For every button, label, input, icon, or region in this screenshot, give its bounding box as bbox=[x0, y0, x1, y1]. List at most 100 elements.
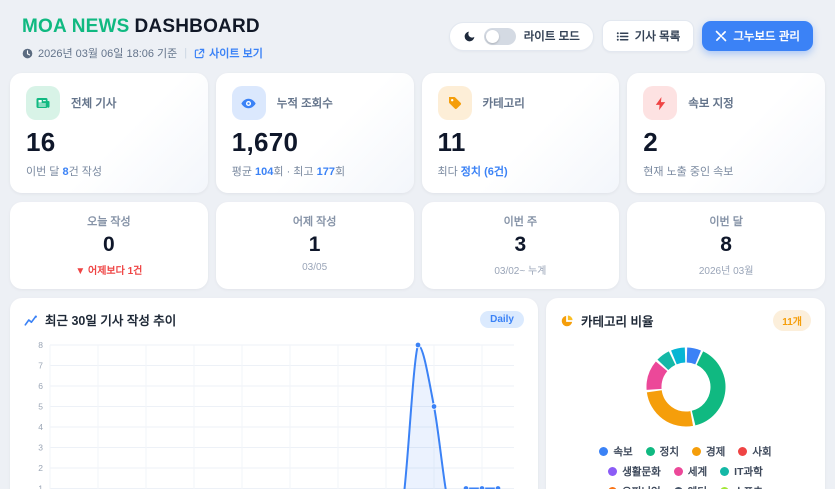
period-card-yesterday: 어제 작성 1 03/05 bbox=[216, 202, 414, 289]
legend-label: 사회 bbox=[752, 444, 771, 459]
legend-dot bbox=[720, 467, 729, 476]
moon-icon bbox=[463, 30, 476, 43]
stat-label: 카테고리 bbox=[483, 95, 525, 111]
pie-chart-icon bbox=[560, 314, 574, 328]
legend-row: 생활문화 세계 IT과학 bbox=[560, 464, 811, 479]
timestamp: 2026년 03월 06일 18:06 기준 bbox=[38, 45, 177, 61]
legend-label: 경제 bbox=[706, 444, 725, 459]
sub-text: 최다 bbox=[438, 166, 461, 178]
legend-row: 속보 정치 경제 사회 bbox=[560, 444, 811, 459]
legend-item: 세계 bbox=[674, 464, 707, 479]
stat-value: 2 bbox=[643, 129, 809, 155]
donut-chart-title-group: 카테고리 비율 bbox=[560, 311, 653, 330]
legend-item: 스포츠 bbox=[720, 484, 763, 489]
switch-knob bbox=[486, 30, 499, 43]
svg-text:2: 2 bbox=[38, 463, 43, 473]
period-sub-label: ▼ 어제보다 1건 bbox=[75, 266, 142, 277]
site-view-label: 사이트 보기 bbox=[209, 45, 263, 61]
legend-label: 오피니언 bbox=[622, 484, 661, 489]
svg-text:4: 4 bbox=[38, 422, 43, 432]
line-chart-title: 최근 30일 기사 작성 추이 bbox=[45, 310, 176, 329]
period-subtext: 03/02~ 누계 bbox=[430, 262, 612, 277]
svg-text:6: 6 bbox=[38, 381, 43, 391]
period-subtext: 2026년 03월 bbox=[635, 262, 817, 277]
line-chart-svg: 01234567802-0502-0802-1102-1402-1702-200… bbox=[24, 337, 522, 489]
stat-card-total-views: 누적 조회수 1,670 평균 104회 · 최고 177회 bbox=[216, 73, 414, 193]
period-label: 이번 주 bbox=[430, 213, 612, 229]
line-chart-header: 최근 30일 기사 작성 추이 Daily bbox=[24, 310, 524, 329]
line-chart-title-group: 최근 30일 기사 작성 추이 bbox=[24, 310, 176, 329]
sub-text: 이번 달 bbox=[26, 166, 62, 178]
external-link-icon bbox=[194, 48, 205, 59]
stat-card-breaking-news: 속보 지정 2 현재 노출 중인 속보 bbox=[627, 73, 825, 193]
sub-text: 회 · 최고 bbox=[273, 166, 316, 178]
article-list-button[interactable]: 기사 목록 bbox=[602, 20, 695, 52]
tag-icon bbox=[438, 86, 472, 120]
legend-label: 속보 bbox=[613, 444, 632, 459]
sub-highlight: 177 bbox=[317, 166, 335, 178]
admin-button-label: 그누보드 관리 bbox=[733, 28, 800, 44]
period-card-month: 이번 달 8 2026년 03월 bbox=[627, 202, 825, 289]
clock-icon bbox=[22, 48, 33, 59]
daily-badge: Daily bbox=[480, 311, 524, 328]
donut-chart-header: 카테고리 비율 11개 bbox=[560, 310, 811, 331]
legend-item: IT과학 bbox=[720, 464, 763, 479]
legend-dot bbox=[738, 447, 747, 456]
legend-label: 엔터 bbox=[688, 484, 707, 489]
site-view-link[interactable]: 사이트 보기 bbox=[194, 45, 263, 61]
stat-value: 11 bbox=[438, 129, 604, 155]
svg-text:8: 8 bbox=[38, 340, 43, 350]
legend-dot bbox=[646, 447, 655, 456]
page-title-section: DASHBOARD bbox=[135, 16, 260, 37]
legend-item: 정치 bbox=[646, 444, 679, 459]
donut-chart-title: 카테고리 비율 bbox=[581, 311, 653, 330]
period-subtext: ▼ 어제보다 1건 bbox=[18, 262, 200, 277]
list-icon bbox=[616, 30, 629, 43]
period-value: 8 bbox=[635, 234, 817, 255]
header: MOA NEWSDASHBOARD 2026년 03월 06일 18:06 기준… bbox=[10, 12, 825, 63]
theme-toggle-pill[interactable]: 라이트 모드 bbox=[449, 22, 594, 51]
header-meta: 2026년 03월 06일 18:06 기준 | 사이트 보기 bbox=[22, 45, 263, 61]
line-chart-icon bbox=[24, 313, 38, 327]
period-stats-row: 오늘 작성 0 ▼ 어제보다 1건 어제 작성 1 03/05 이번 주 3 0… bbox=[10, 202, 825, 289]
legend-label: 생활문화 bbox=[622, 464, 661, 479]
svg-text:7: 7 bbox=[38, 361, 43, 371]
line-chart-panel: 최근 30일 기사 작성 추이 Daily 01234567802-0502-0… bbox=[10, 298, 538, 489]
page-title-brand: MOA NEWS bbox=[22, 16, 130, 37]
legend-label: 스포츠 bbox=[734, 484, 763, 489]
legend-dot bbox=[692, 447, 701, 456]
stat-subtext: 평균 104회 · 최고 177회 bbox=[232, 163, 398, 179]
donut-legend: 속보정치경제사회생활문화세계IT과학오피니언엔터스포츠공지 bbox=[560, 444, 811, 489]
legend-item: 생활문화 bbox=[608, 464, 661, 479]
charts-row: 최근 30일 기사 작성 추이 Daily 01234567802-0502-0… bbox=[10, 298, 825, 489]
sub-text: 평균 bbox=[232, 166, 255, 178]
sub-text: 회 bbox=[335, 166, 345, 178]
legend-item: 엔터 bbox=[674, 484, 707, 489]
period-label: 오늘 작성 bbox=[18, 213, 200, 229]
donut-chart-panel: 카테고리 비율 11개 속보정치경제사회생활문화세계IT과학오피니언엔터스포츠공… bbox=[546, 298, 825, 489]
period-sub-label: 03/05 bbox=[302, 262, 327, 273]
stat-label: 속보 지정 bbox=[688, 95, 734, 111]
eye-icon bbox=[232, 86, 266, 120]
stat-card-total-articles: 전체 기사 16 이번 달 8건 작성 bbox=[10, 73, 208, 193]
stat-label: 전체 기사 bbox=[71, 95, 117, 111]
period-card-week: 이번 주 3 03/02~ 누계 bbox=[422, 202, 620, 289]
legend-item: 오피니언 bbox=[608, 484, 661, 489]
light-mode-label: 라이트 모드 bbox=[524, 28, 580, 44]
bolt-icon bbox=[643, 86, 677, 120]
period-subtext: 03/05 bbox=[224, 262, 406, 273]
dashboard-page: MOA NEWSDASHBOARD 2026년 03월 06일 18:06 기준… bbox=[0, 0, 835, 489]
header-controls: 라이트 모드 기사 목록 그누보드 관리 bbox=[449, 20, 813, 52]
period-label: 이번 달 bbox=[635, 213, 817, 229]
period-sub-label: 2026년 03월 bbox=[699, 266, 754, 277]
legend-row: 오피니언 엔터 스포츠 bbox=[560, 484, 811, 489]
svg-text:3: 3 bbox=[38, 443, 43, 453]
light-mode-switch[interactable] bbox=[484, 28, 516, 45]
legend-dot bbox=[608, 467, 617, 476]
newspaper-icon bbox=[26, 86, 60, 120]
header-left: MOA NEWSDASHBOARD 2026년 03월 06일 18:06 기준… bbox=[22, 16, 263, 61]
sub-highlight: 104 bbox=[255, 166, 273, 178]
period-sub-label: 03/02~ 누계 bbox=[494, 266, 546, 277]
admin-button[interactable]: 그누보드 관리 bbox=[702, 21, 813, 51]
wrench-icon bbox=[715, 30, 727, 42]
